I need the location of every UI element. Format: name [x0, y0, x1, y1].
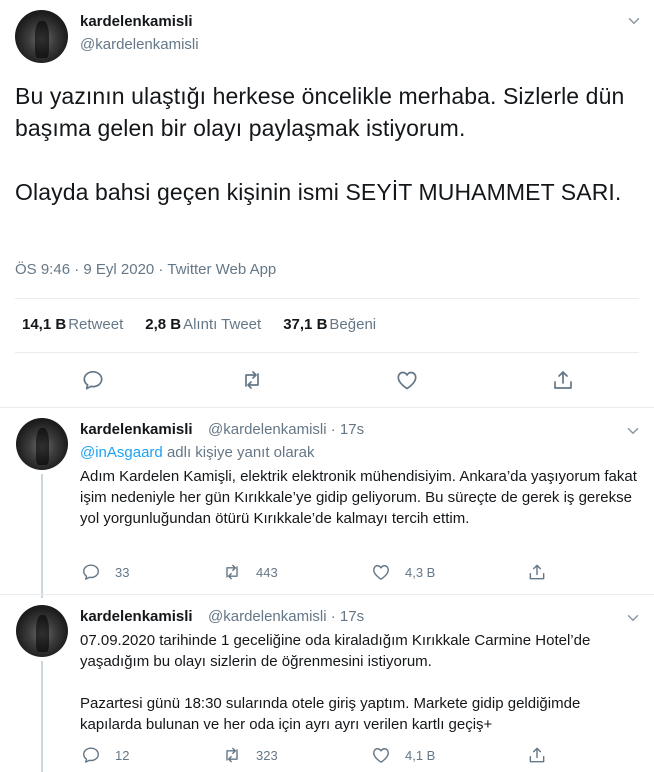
stat-count: 14,1 B: [22, 316, 67, 333]
heart-icon[interactable]: [395, 368, 419, 392]
avatar[interactable]: [16, 605, 68, 657]
retweet-icon: [226, 747, 238, 763]
reply-action[interactable]: 33: [81, 562, 129, 582]
chevron-down-icon[interactable]: [624, 422, 642, 440]
tweet-text: 07.09.2020 tarihinde 1 geceliğine oda ki…: [80, 630, 645, 735]
heart-icon: [373, 748, 389, 763]
share-icon: [529, 564, 545, 580]
divider: [15, 298, 639, 299]
avatar[interactable]: [15, 10, 68, 63]
retweet-action[interactable]: 323: [222, 745, 278, 765]
tweet-text: Adım Kardelen Kamişli, elektrik elektron…: [80, 466, 645, 529]
share-icon[interactable]: [551, 368, 575, 392]
divider: [15, 352, 639, 353]
reply-to-mention[interactable]: @inAsgaard: [80, 444, 163, 461]
share-action[interactable]: [527, 745, 561, 765]
stat-count: 2,8 B: [145, 316, 182, 333]
tweet-paragraph: Bu yazının ulaştığı herkese öncelikle me…: [15, 83, 625, 141]
reply-count: 12: [115, 747, 130, 763]
heart-icon: [373, 565, 389, 580]
stat-count: 37,1 B: [283, 316, 328, 333]
display-name[interactable]: kardelenkamisli: [80, 608, 193, 625]
retweet-icon: [226, 564, 238, 580]
user-handle-time[interactable]: @kardelenkamisli · 17s: [208, 421, 364, 438]
reply-count: 33: [115, 564, 130, 580]
retweet-count: 323: [256, 747, 278, 763]
like-action[interactable]: 4,1 B: [371, 745, 435, 765]
share-action[interactable]: [527, 562, 561, 582]
replying-to: @inAsgaard adlı kişiye yanıt olarak: [80, 444, 315, 461]
reply-tweet[interactable]: kardelenkamisli @kardelenkamisli · 17s 0…: [0, 595, 654, 772]
reply-action[interactable]: 12: [81, 745, 129, 765]
like-action[interactable]: 4,3 B: [371, 562, 435, 582]
thread-line: [41, 661, 43, 772]
tweet-paragraph: 07.09.2020 tarihinde 1 geceliğine oda ki…: [80, 632, 591, 670]
reply-tweet[interactable]: kardelenkamisli @kardelenkamisli · 17s @…: [0, 408, 654, 598]
stat-label: Retweet: [68, 316, 124, 333]
like-count: 4,1 B: [405, 747, 436, 763]
display-name[interactable]: kardelenkamisli: [80, 13, 193, 30]
tweet-meta: ÖS 9:46 · 9 Eyl 2020 · Twitter Web App: [15, 261, 276, 278]
tweet-text: Bu yazının ulaştığı herkese öncelikle me…: [15, 80, 635, 208]
tweet-paragraph: Adım Kardelen Kamişli, elektrik elektron…: [80, 468, 637, 527]
user-handle-time[interactable]: @kardelenkamisli · 17s: [208, 608, 364, 625]
thread-line: [41, 474, 43, 598]
chevron-down-icon[interactable]: [625, 12, 643, 30]
retweet-icon[interactable]: [240, 368, 264, 392]
reply-icon[interactable]: [81, 368, 105, 392]
tweet-paragraph: Olayda bahsi geçen kişinin ismi SEYİT MU…: [15, 179, 622, 205]
retweet-action[interactable]: 443: [222, 562, 278, 582]
avatar[interactable]: [16, 418, 68, 470]
stat-label: Beğeni: [329, 316, 377, 333]
main-tweet: kardelenkamisli @kardelenkamisli Bu yazı…: [0, 0, 654, 407]
tweet-timestamp[interactable]: ÖS 9:46 · 9 Eyl 2020 ·: [15, 261, 167, 278]
retweet-count: 443: [256, 564, 278, 580]
reply-icon: [83, 747, 99, 763]
display-name[interactable]: kardelenkamisli: [80, 421, 193, 438]
tweet-paragraph: Pazartesi günü 18:30 sularında otele gir…: [80, 695, 581, 733]
tweet-stats: 14,1 B Retweet 2,8 B Alıntı Tweet 37,1 B Be…: [22, 316, 398, 333]
stat-likes[interactable]: 37,1 B Beğeni: [283, 316, 376, 333]
stat-quote-tweets[interactable]: 2,8 B Alıntı Tweet: [145, 316, 261, 333]
share-icon: [529, 747, 545, 763]
like-count: 4,3 B: [405, 564, 436, 580]
tweet-source[interactable]: Twitter Web App: [167, 261, 276, 278]
reply-icon: [83, 564, 99, 580]
user-handle[interactable]: @kardelenkamisli: [80, 36, 199, 53]
stat-retweets[interactable]: 14,1 B Retweet: [22, 316, 123, 333]
reply-to-suffix: adlı kişiye yanıt olarak: [162, 444, 315, 461]
stat-label: Alıntı Tweet: [183, 316, 262, 333]
chevron-down-icon[interactable]: [624, 609, 642, 627]
